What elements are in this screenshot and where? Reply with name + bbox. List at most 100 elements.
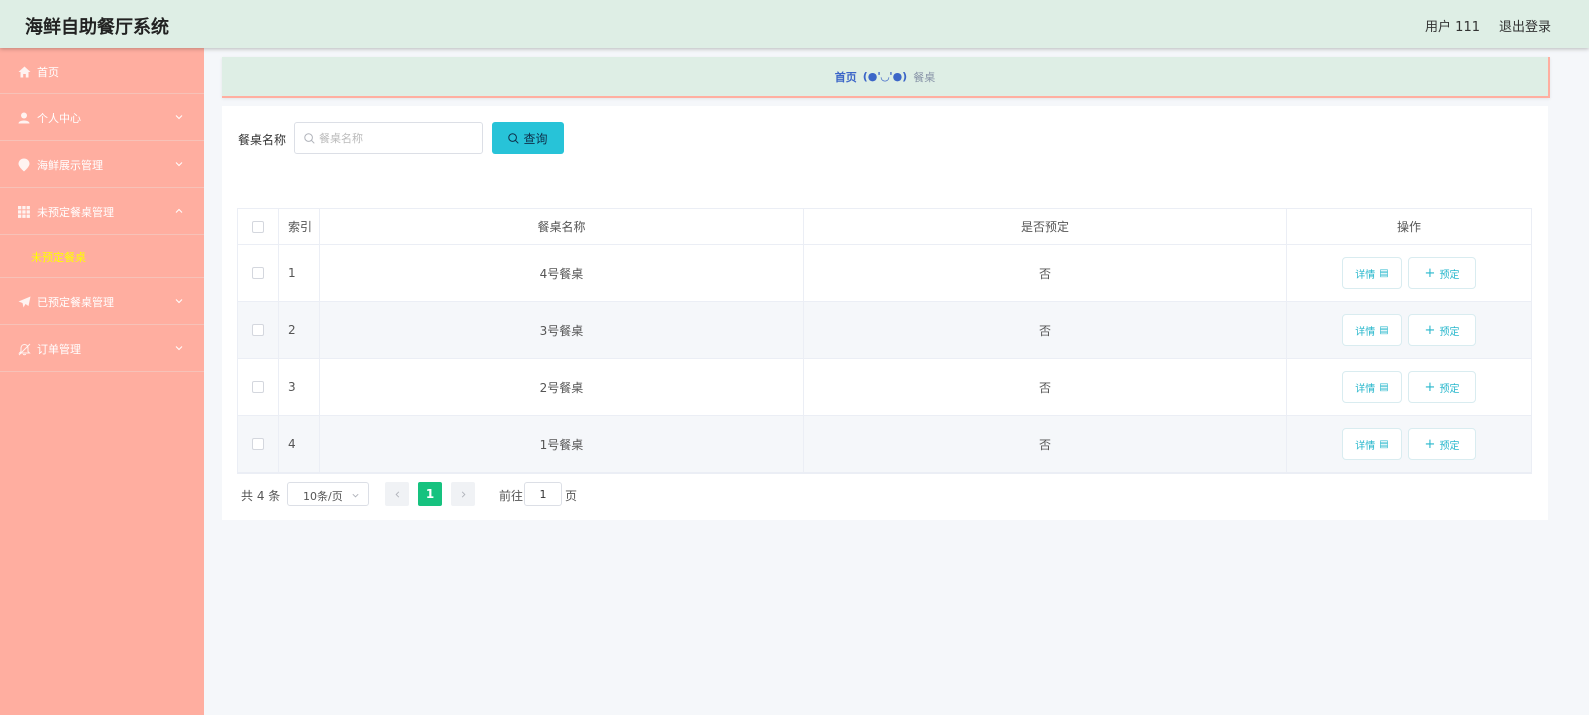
sidebar-item-label: 首页 bbox=[37, 66, 59, 79]
chevron-down-icon bbox=[175, 346, 183, 351]
row-checkbox[interactable] bbox=[252, 324, 264, 336]
chevron-down-icon bbox=[175, 115, 183, 120]
app-title: 海鲜自助餐厅系统 bbox=[25, 17, 169, 38]
column-header-actions: 操作 bbox=[1396, 220, 1421, 234]
row-checkbox[interactable] bbox=[252, 267, 264, 279]
sidebar-item-label: 海鲜展示管理 bbox=[37, 159, 103, 172]
reserve-button-label: 预定 bbox=[1439, 440, 1460, 452]
row-actions: 详情 ▤ + 预定 bbox=[1287, 302, 1531, 358]
table-row: 3 2号餐桌 否 详情 ▤ + 预定 bbox=[238, 359, 1531, 416]
row-index: 3 bbox=[279, 359, 320, 415]
location-pin-icon bbox=[17, 158, 31, 172]
column-header-reserved: 是否预定 bbox=[804, 209, 1287, 244]
breadcrumb-separator: (●'◡'●) bbox=[862, 70, 908, 83]
detail-button-label: 详情 bbox=[1355, 326, 1376, 338]
plus-icon: + bbox=[1424, 265, 1436, 281]
plus-icon: + bbox=[1424, 436, 1436, 452]
page-number-button[interactable]: 1 bbox=[418, 482, 442, 506]
reserve-button-label: 预定 bbox=[1439, 383, 1460, 395]
pagination-total: 共 4 条 bbox=[241, 489, 281, 503]
row-actions: 详情 ▤ + 预定 bbox=[1287, 359, 1531, 415]
sidebar-item-unreserved-mgmt[interactable]: 未预定餐桌管理 bbox=[0, 188, 204, 235]
sidebar-subitem-unreserved-tables[interactable]: 未预定餐桌 bbox=[0, 235, 204, 278]
goto-label: 前往 bbox=[499, 489, 524, 503]
row-actions: 详情 ▤ + 预定 bbox=[1287, 416, 1531, 472]
sidebar-item-profile[interactable]: 个人中心 bbox=[0, 94, 204, 141]
row-name: 1号餐桌 bbox=[320, 416, 804, 472]
row-name: 2号餐桌 bbox=[320, 359, 804, 415]
detail-button[interactable]: 详情 ▤ bbox=[1342, 314, 1402, 346]
reserve-button-label: 预定 bbox=[1439, 326, 1460, 338]
document-icon: ▤ bbox=[1379, 267, 1389, 279]
row-checkbox-cell bbox=[238, 245, 279, 301]
detail-button[interactable]: 详情 ▤ bbox=[1342, 257, 1402, 289]
breadcrumb-home[interactable]: 首页 bbox=[835, 69, 857, 85]
chevron-down-icon bbox=[175, 299, 183, 304]
sidebar-item-home[interactable]: 首页 bbox=[0, 48, 204, 94]
row-reserved: 否 bbox=[804, 416, 1287, 472]
reserve-button[interactable]: + 预定 bbox=[1408, 428, 1476, 460]
reserve-button-label: 预定 bbox=[1439, 269, 1460, 281]
sidebar-item-orders[interactable]: 订单管理 bbox=[0, 325, 204, 372]
plus-icon: + bbox=[1424, 322, 1436, 338]
sidebar-item-label: 订单管理 bbox=[37, 343, 81, 356]
select-all-cell bbox=[238, 209, 279, 244]
select-all-checkbox[interactable] bbox=[252, 220, 264, 233]
column-header-index: 索引 bbox=[279, 209, 320, 244]
bell-off-icon bbox=[17, 342, 31, 356]
row-checkbox[interactable] bbox=[252, 381, 264, 393]
table-row: 1 4号餐桌 否 详情 ▤ + 预定 bbox=[238, 245, 1531, 302]
chevron-left-icon bbox=[395, 490, 399, 498]
chevron-up-icon bbox=[175, 208, 183, 213]
query-button[interactable]: 查询 bbox=[492, 122, 564, 154]
sidebar-item-label: 已预定餐桌管理 bbox=[37, 296, 114, 309]
next-page-button[interactable] bbox=[451, 482, 475, 506]
document-icon: ▤ bbox=[1379, 381, 1389, 393]
query-button-label: 查询 bbox=[523, 131, 548, 146]
row-actions: 详情 ▤ + 预定 bbox=[1287, 245, 1531, 301]
row-reserved: 否 bbox=[804, 302, 1287, 358]
search-input[interactable] bbox=[319, 130, 474, 146]
home-icon bbox=[17, 65, 31, 79]
main-panel: 餐桌名称 查询 索引 餐桌名称 是否预定 操作 1 4号餐桌 否 详情▤ +预定 bbox=[222, 106, 1548, 520]
detail-button-label: 详情 bbox=[1355, 269, 1376, 281]
tables-table: 索引 餐桌名称 是否预定 操作 1 4号餐桌 否 详情 ▤ + 预定 2 3号餐桌 … bbox=[237, 208, 1532, 474]
page-size-value: 10条/页 bbox=[303, 490, 343, 503]
row-checkbox-cell bbox=[238, 416, 279, 472]
sidebar-item-label: 个人中心 bbox=[37, 112, 81, 125]
prev-page-button[interactable] bbox=[385, 482, 409, 506]
sidebar-item-label: 未预定餐桌管理 bbox=[37, 206, 114, 219]
detail-button-label: 详情 bbox=[1355, 440, 1376, 452]
row-checkbox[interactable] bbox=[252, 438, 264, 450]
reserve-button[interactable]: + 预定 bbox=[1408, 257, 1476, 289]
grid-icon bbox=[17, 205, 31, 219]
document-icon: ▤ bbox=[1379, 438, 1389, 450]
reserve-button[interactable]: + 预定 bbox=[1408, 314, 1476, 346]
breadcrumb: 首页 (●'◡'●) 餐桌 bbox=[222, 57, 1550, 98]
sidebar: 首页 个人中心 海鲜展示管理 未预定餐桌管理 未预定餐桌 已预定餐桌管理 订单管… bbox=[0, 48, 204, 715]
row-index: 4 bbox=[279, 416, 320, 472]
column-header-name: 餐桌名称 bbox=[320, 209, 804, 244]
reserve-button[interactable]: + 预定 bbox=[1408, 371, 1476, 403]
row-name: 3号餐桌 bbox=[320, 302, 804, 358]
detail-button[interactable]: 详情 ▤ bbox=[1342, 428, 1402, 460]
search-icon bbox=[508, 132, 520, 144]
pagination: 共 4 条 10条/页 1 前往 页 bbox=[241, 482, 741, 506]
table-header-row: 索引 餐桌名称 是否预定 操作 bbox=[238, 209, 1531, 245]
search-field[interactable] bbox=[294, 122, 483, 154]
top-header: 海鲜自助餐厅系统 用户 111 退出登录 bbox=[0, 0, 1589, 48]
chevron-down-icon bbox=[175, 162, 183, 167]
row-reserved: 否 bbox=[804, 245, 1287, 301]
document-icon: ▤ bbox=[1379, 324, 1389, 336]
detail-button[interactable]: 详情 ▤ bbox=[1342, 371, 1402, 403]
row-checkbox-cell bbox=[238, 302, 279, 358]
logout-link[interactable]: 退出登录 bbox=[1499, 16, 1551, 35]
page-unit-label: 页 bbox=[565, 489, 578, 503]
user-label: 用户 111 bbox=[1425, 20, 1480, 35]
goto-page-input[interactable] bbox=[524, 482, 562, 506]
plus-icon: + bbox=[1424, 379, 1436, 395]
page-size-select[interactable]: 10条/页 bbox=[287, 482, 369, 506]
user-icon bbox=[17, 111, 31, 125]
sidebar-item-reserved-mgmt[interactable]: 已预定餐桌管理 bbox=[0, 278, 204, 325]
sidebar-item-seafood[interactable]: 海鲜展示管理 bbox=[0, 141, 204, 188]
